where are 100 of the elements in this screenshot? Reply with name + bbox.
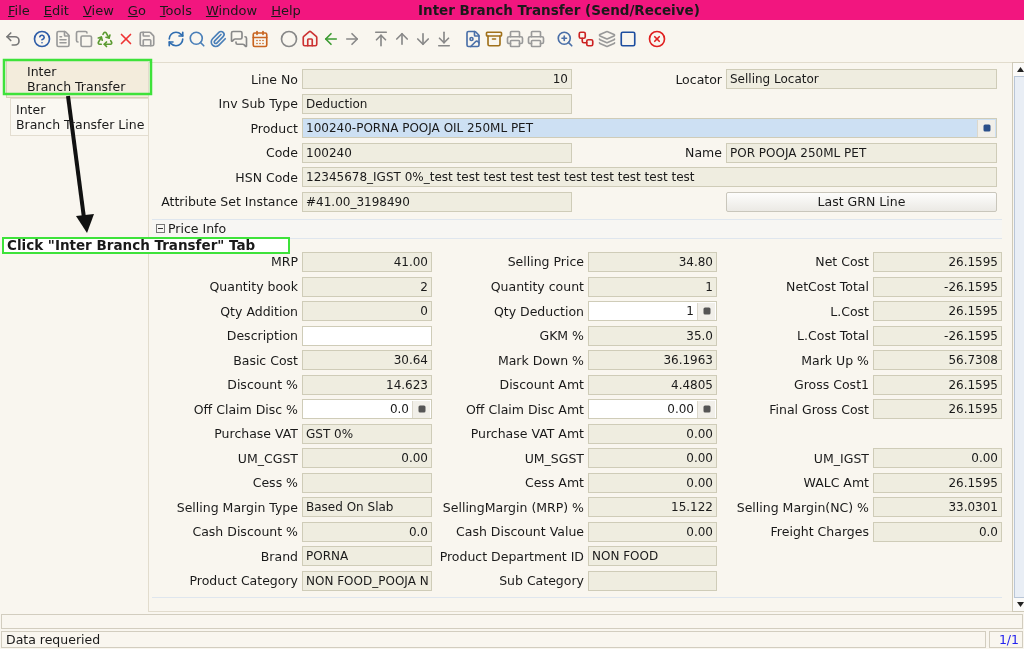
field-label: HSN Code	[235, 169, 298, 185]
input-field: 14.623	[302, 374, 432, 395]
scrollbar[interactable]	[1012, 62, 1024, 612]
input-field[interactable]: 0.0	[302, 399, 432, 420]
field-label: Cash Discount Value	[456, 524, 584, 540]
input-field[interactable]	[302, 325, 432, 346]
refresh-icon[interactable]	[167, 30, 185, 48]
input-field: 0.00	[873, 448, 1002, 469]
input-field: 1	[588, 276, 717, 297]
field-label: Discount Amt	[499, 377, 584, 393]
calendar-icon[interactable]	[251, 30, 269, 48]
input-field: 0.00	[588, 448, 717, 469]
field-label: Off Claim Disc Amt	[466, 401, 584, 417]
field-label: Quantity count	[490, 279, 584, 294]
input-field: 0.0	[302, 521, 432, 542]
input-field: 33.0301	[873, 497, 1002, 518]
print-icon[interactable]	[506, 30, 524, 48]
field-label: L.Cost Total	[797, 328, 869, 344]
field-label: Line No	[250, 71, 298, 87]
field-label: Cess Amt	[524, 475, 584, 491]
first-record-icon[interactable]	[372, 30, 390, 48]
window-title: Inter Branch Transfer (Send/Receive)	[418, 2, 700, 18]
last-grn-line-button[interactable]: Last GRN Line	[726, 191, 997, 212]
window-icon[interactable]	[619, 30, 637, 48]
input-field: 36.1963	[588, 350, 717, 371]
collapse-icon[interactable]	[156, 224, 165, 234]
field-label: Final Gross Cost	[769, 401, 869, 417]
workflow-icon[interactable]	[577, 30, 595, 48]
menu-item[interactable]: Help	[263, 2, 307, 18]
input-field[interactable]: 0.00	[588, 399, 717, 420]
input-field: 56.7308	[873, 350, 1002, 371]
forward-icon[interactable]	[343, 30, 361, 48]
input-field: NON FOOD	[588, 546, 717, 567]
input-field: 41.00	[302, 251, 432, 272]
archive-icon[interactable]	[485, 30, 503, 48]
lookup-button[interactable]	[412, 400, 430, 418]
previous-record-icon[interactable]	[393, 30, 411, 48]
scroll-up-icon[interactable]	[1016, 67, 1024, 72]
menu-item[interactable]: Tools	[151, 2, 198, 18]
input-field[interactable]: 1	[588, 301, 717, 322]
attachment-icon[interactable]	[209, 30, 227, 48]
input-field: 0.00	[588, 521, 717, 542]
scroll-down-icon[interactable]	[1016, 602, 1024, 607]
square-icon	[417, 405, 426, 414]
input-field: 26.1595	[873, 301, 1002, 322]
field-label: UM_IGST	[813, 450, 869, 466]
square-icon	[702, 307, 711, 316]
field-label: Code	[266, 145, 298, 161]
zoom-icon[interactable]	[556, 30, 574, 48]
close-icon[interactable]	[648, 30, 666, 48]
menu-item[interactable]: View	[74, 2, 120, 18]
input-field: 30.64	[302, 350, 432, 371]
input-field: 26.1595	[873, 472, 1002, 493]
save-icon[interactable]	[138, 30, 156, 48]
field-label: Description	[226, 328, 298, 344]
search-icon[interactable]	[188, 30, 206, 48]
report-icon[interactable]	[464, 30, 482, 48]
menu-item[interactable]: Window	[197, 2, 264, 18]
last-record-icon[interactable]	[435, 30, 453, 48]
field-label: L.Cost	[830, 303, 869, 319]
field-label: GKM %	[539, 328, 584, 344]
input-field: GST 0%	[302, 423, 432, 444]
field-label: Locator	[675, 71, 722, 87]
lookup-button[interactable]	[697, 302, 715, 320]
chat-icon[interactable]	[230, 30, 248, 48]
field-label: Mark Up %	[801, 352, 869, 368]
input-field: 4.4805	[588, 374, 717, 395]
back-icon[interactable]	[322, 30, 340, 48]
field-label: Qty Addition	[220, 303, 298, 319]
input-field[interactable]: 100240-PORNA POOJA OIL 250ML PET	[302, 118, 997, 139]
status-message: Data requeried	[1, 631, 986, 648]
menu-item[interactable]: Edit	[35, 2, 75, 18]
field-label: Name	[685, 145, 722, 161]
print-preview-icon[interactable]	[527, 30, 545, 48]
input-field: -26.1595	[873, 325, 1002, 346]
field-label: Purchase VAT Amt	[470, 426, 584, 442]
menu-item[interactable]: Go	[119, 2, 152, 18]
callout-label: Click "Inter Branch Transfer" Tab	[2, 237, 290, 254]
circle-icon[interactable]	[280, 30, 298, 48]
menu-item[interactable]: File	[0, 2, 36, 18]
field-label: Freight Charges	[770, 524, 869, 540]
next-record-icon[interactable]	[414, 30, 432, 48]
lookup-button[interactable]	[697, 400, 715, 418]
record-counter: 1/1	[989, 631, 1023, 648]
lookup-button[interactable]	[977, 119, 995, 137]
recycle-icon[interactable]	[96, 30, 114, 48]
home-icon[interactable]	[301, 30, 319, 48]
undo-icon[interactable]	[4, 30, 22, 48]
field-label: UM_SGST	[524, 450, 584, 466]
field-label: Off Claim Disc %	[193, 401, 298, 417]
field-label: MRP	[271, 254, 298, 270]
input-field: #41.00_3198490	[302, 191, 572, 212]
input-field: 34.80	[588, 251, 717, 272]
field-label: Cess %	[252, 475, 298, 491]
copy-icon[interactable]	[75, 30, 93, 48]
help-icon[interactable]	[33, 30, 51, 48]
field-label: Brand	[260, 548, 298, 564]
field-label: Purchase VAT	[214, 426, 298, 442]
field-label: Product Category	[189, 573, 298, 589]
new-document-icon[interactable]	[54, 30, 72, 48]
